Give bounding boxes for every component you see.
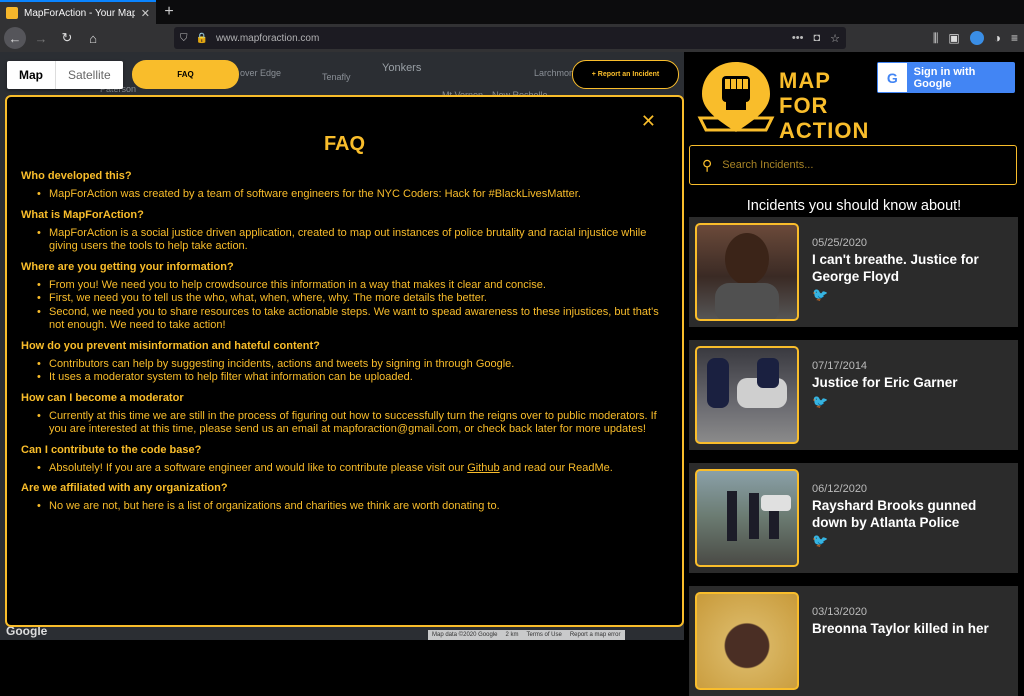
faq-answer: First, we need you to tell us the who, w… [21,292,668,306]
close-icon[interactable]: ✕ [641,111,656,132]
lock-icon[interactable]: 🔒 [196,33,208,44]
incident-date: 06/12/2020 [812,483,868,495]
incident-card[interactable]: 07/17/2014 Justice for Eric Garner 🐦 [689,340,1018,450]
url-text[interactable]: www.mapforaction.com [216,33,319,44]
faq-question: What is MapForAction? [21,208,144,221]
terms-link[interactable]: Terms of Use [526,632,561,638]
shield-icon[interactable]: ⛉ [180,33,188,44]
incident-date: 03/13/2020 [812,606,868,618]
incident-date: 07/17/2014 [812,360,868,372]
twitter-icon[interactable]: 🐦 [812,287,828,303]
faq-answer: Contributors can help by suggesting inci… [21,358,668,372]
faq-answer: It uses a moderator system to help filte… [21,371,668,385]
map-label: Larchmont [534,68,577,78]
map-type-toggle: Map Satellite [7,61,123,89]
map-for-action-logo[interactable]: MAP FOR ACTION [696,58,876,143]
incidents-panel: MAP FOR ACTION G Sign in with Google ⚲ I… [684,52,1024,696]
back-icon[interactable]: ← [4,27,26,49]
library-icon[interactable]: ⫼ [933,31,939,46]
incident-card[interactable]: 05/25/2020 I can't breathe. Justice for … [689,217,1018,327]
incident-title: I can't breathe. Justice for George Floy… [812,252,979,284]
github-link[interactable]: Github [467,462,499,474]
home-icon[interactable]: ⌂ [82,27,104,49]
map-label: Tenafly [322,72,351,82]
tab-title: MapForAction - Your Map For C [24,7,135,19]
search-input[interactable] [722,159,1003,171]
close-tab-icon[interactable]: ✕ [141,7,150,20]
extension-icon[interactable]: ◑ [994,31,1001,45]
satellite-view-button[interactable]: Satellite [55,61,123,89]
report-error-link[interactable]: Report a map error [570,632,621,638]
incident-photo [695,346,799,444]
faq-answer: No we are not, but here is a list of org… [21,500,668,514]
pocket-icon[interactable]: ◘ [813,32,820,45]
map-attribution: Map data ©2020 Google 2 km Terms of Use … [428,630,625,640]
faq-modal: ✕ FAQ Who developed this? MapForAction w… [5,95,684,627]
faq-question: How can I become a moderator [21,391,184,404]
incident-date: 05/25/2020 [812,237,868,249]
twitter-icon[interactable]: 🐦 [812,533,828,549]
logo-text-for: FOR [779,93,829,118]
google-signin-label: Sign in with Google [913,65,976,90]
map-view-button[interactable]: Map [7,61,55,89]
incidents-heading: Incidents you should know about! [746,198,962,214]
favicon-icon [6,7,18,19]
map-label: Yonkers [382,62,422,74]
incident-photo [695,592,799,690]
browser-nav-bar: ← → ↻ ⌂ ⛉ 🔒 www.mapforaction.com ••• ◘ ☆… [0,24,1024,52]
faq-answer: Absolutely! If you are a software engine… [21,462,668,476]
faq-answer: MapForAction was created by a team of so… [21,188,668,202]
faq-question: Can I contribute to the code base? [21,443,202,456]
url-bar[interactable]: ⛉ 🔒 www.mapforaction.com ••• ◘ ☆ [174,27,846,49]
faq-question: Where are you getting your information? [21,260,234,273]
incident-title: Breonna Taylor killed in her [812,621,989,636]
google-signin-button[interactable]: G Sign in with Google [877,62,1015,93]
faq-question: How do you prevent misinformation and ha… [21,339,320,352]
faq-question: Who developed this? [21,170,132,182]
google-icon: G [878,63,907,92]
map-label: over Edge [240,68,282,78]
browser-tab[interactable]: MapForAction - Your Map For C ✕ [0,0,156,24]
forward-icon[interactable]: → [30,27,52,49]
incident-title: Rayshard Brooks gunned down by Atlanta P… [812,498,977,530]
faq-answer-text: and read our ReadMe. [499,461,613,474]
scale-text: 2 km [505,632,519,638]
new-tab-icon[interactable]: + [156,0,182,24]
incident-title: Justice for Eric Garner [812,375,958,390]
menu-icon[interactable]: ≡ [1011,31,1018,45]
logo-text-map: MAP [779,68,831,93]
fist-pin-icon [697,62,775,132]
faq-question: Are we affiliated with any organization? [21,482,228,494]
faq-answer: From you! We need you to help crowdsourc… [21,279,668,293]
reload-icon[interactable]: ↻ [56,27,78,49]
faq-title: FAQ [323,133,366,155]
incident-photo [695,223,799,321]
faq-answer: Second, we need you to share resources t… [21,306,668,333]
faq-answer: Currently at this time we are still in t… [21,410,668,437]
faq-answer-text: Absolutely! If you are a software engine… [49,461,468,474]
account-icon[interactable] [969,31,984,45]
search-bar: ⚲ [689,145,1017,185]
bookmark-star-icon[interactable]: ☆ [830,32,840,45]
map-data-text: Map data ©2020 Google [432,632,498,638]
incident-photo [695,469,799,567]
faq-answer: MapForAction is a social justice driven … [21,227,668,254]
incident-card[interactable]: 06/12/2020 Rayshard Brooks gunned down b… [689,463,1018,573]
more-icon[interactable]: ••• [792,32,804,45]
twitter-icon[interactable]: 🐦 [812,394,828,410]
faq-button[interactable]: FAQ [132,60,239,89]
search-icon: ⚲ [702,156,713,173]
sidebar-icon[interactable]: ▣ [948,31,959,45]
incident-card[interactable]: 03/13/2020 Breonna Taylor killed in her [689,586,1018,696]
browser-tab-bar: MapForAction - Your Map For C ✕ + [0,0,1024,24]
report-incident-button[interactable]: + Report an Incident [572,60,679,89]
logo-text-action: ACTION [779,118,870,143]
